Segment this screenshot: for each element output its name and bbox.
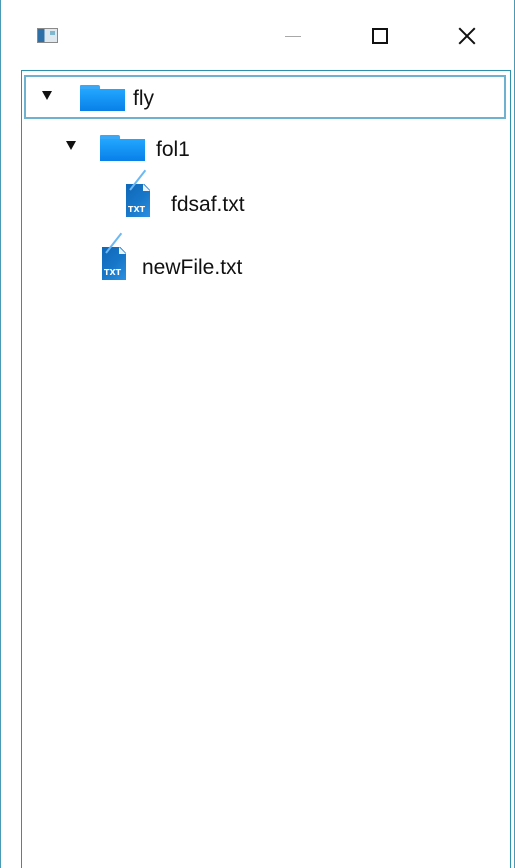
window-app-icon[interactable] [37, 28, 58, 43]
close-button[interactable] [443, 18, 491, 54]
file-type-badge: TXT [128, 205, 146, 214]
folder-icon [100, 135, 145, 161]
file-tree[interactable]: fly fol1 TXT fdsaf.txt TXT newFile.txt [21, 70, 511, 868]
tree-item-fly[interactable]: fly [24, 75, 506, 119]
minimize-button[interactable] [269, 18, 317, 54]
folder-icon [80, 85, 125, 111]
expanded-triangle-icon[interactable] [66, 141, 76, 150]
text-file-icon: TXT [102, 232, 126, 280]
title-bar[interactable] [1, 0, 514, 70]
tree-window: fly fol1 TXT fdsaf.txt TXT newFile.txt [0, 0, 515, 868]
tree-item-fdsaf-txt[interactable]: TXT fdsaf.txt [22, 169, 508, 229]
maximize-button[interactable] [356, 18, 404, 54]
minimize-icon [285, 35, 301, 37]
expanded-triangle-icon[interactable] [42, 91, 52, 100]
tree-item-label: fol1 [156, 138, 190, 161]
maximize-icon [372, 28, 388, 44]
tree-item-newfile-txt[interactable]: TXT newFile.txt [22, 232, 508, 292]
tree-item-label: fdsaf.txt [171, 193, 245, 216]
file-type-badge: TXT [104, 268, 122, 277]
close-icon [457, 26, 477, 46]
text-file-icon: TXT [126, 169, 150, 217]
tree-item-fol1[interactable]: fol1 [22, 123, 508, 171]
tree-item-label: fly [133, 87, 154, 110]
tree-item-label: newFile.txt [142, 256, 243, 279]
